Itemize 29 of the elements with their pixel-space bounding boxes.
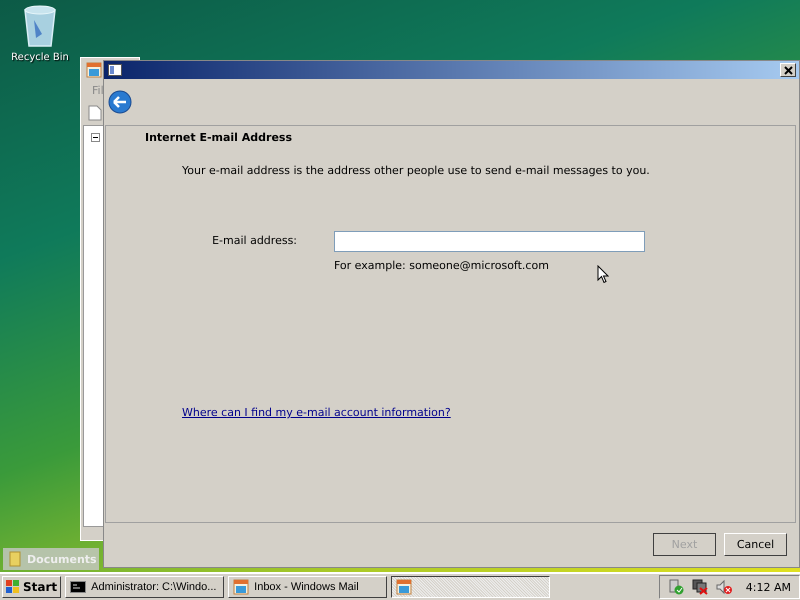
help-link[interactable]: Where can I find my e-mail account information? (182, 406, 451, 419)
taskbar-button[interactable]: Administrator: C:\Windo... (65, 576, 224, 598)
console-icon (70, 579, 86, 595)
window-icon (108, 64, 122, 76)
close-button[interactable] (780, 63, 796, 77)
mail-icon (396, 579, 412, 595)
recycle-bin-label[interactable]: Recycle Bin (11, 52, 69, 63)
folder-icon (9, 551, 21, 567)
back-button[interactable] (108, 90, 132, 114)
mail-icon (86, 62, 102, 78)
dialog-button[interactable]: Cancel (724, 533, 787, 556)
close-icon (784, 66, 792, 74)
collapse-icon (91, 133, 100, 142)
description-text: Your e-mail address is the address other people use to send e-mail messages to you. (182, 164, 651, 177)
page-heading: Internet E-mail Address (145, 131, 294, 144)
start-button[interactable]: Start (2, 576, 62, 598)
taskbar-button[interactable]: Inbox - Windows Mail (228, 576, 388, 598)
clock-text: 4:12 AM (746, 580, 791, 594)
speaker-muted-icon (716, 579, 732, 595)
windows-logo-icon (6, 580, 20, 594)
field-label: E-mail address: (211, 234, 297, 247)
documents-label: Documents (27, 552, 97, 566)
taskbar-button[interactable] (391, 576, 550, 598)
example-text: For example: someone@microsoft.com (334, 259, 550, 272)
network-error-icon (692, 579, 708, 595)
mail-icon (233, 579, 250, 595)
email-field[interactable] (334, 231, 645, 252)
recycle-bin-icon (22, 4, 58, 48)
mouse-pointer-icon (597, 265, 609, 284)
